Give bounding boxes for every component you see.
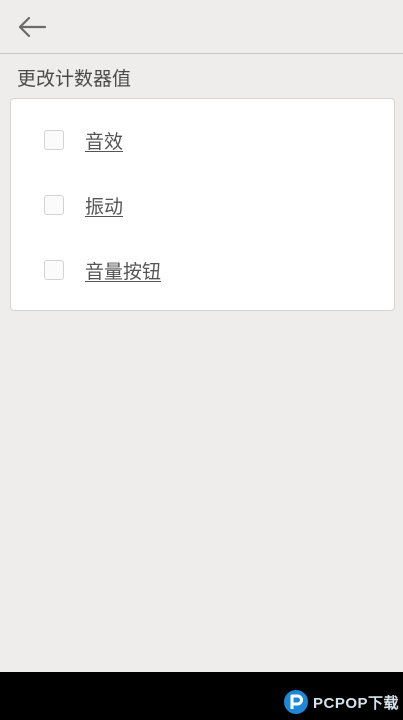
- top-app-bar: [0, 0, 403, 54]
- volume-buttons-label[interactable]: 音量按钮: [85, 257, 161, 284]
- pcpop-logo-icon: [283, 690, 308, 714]
- option-sound-effects[interactable]: 音效: [11, 118, 394, 162]
- vibration-label[interactable]: 振动: [85, 192, 123, 219]
- arrow-left-icon: [18, 16, 47, 38]
- vibration-checkbox[interactable]: [44, 195, 64, 215]
- options-card: 音效 振动 音量按钮: [10, 98, 395, 311]
- watermark: PCPOP下载: [282, 688, 399, 716]
- option-vibration[interactable]: 振动: [11, 183, 394, 227]
- section-title: 更改计数器值: [17, 68, 132, 90]
- watermark-text: PCPOP下载: [312, 694, 399, 712]
- option-volume-buttons[interactable]: 音量按钮: [11, 248, 394, 292]
- back-button[interactable]: [12, 9, 52, 45]
- sound-effects-label[interactable]: 音效: [85, 127, 123, 154]
- system-navigation-bar: PCPOP下载: [0, 672, 403, 720]
- sound-effects-checkbox[interactable]: [44, 130, 64, 150]
- volume-buttons-checkbox[interactable]: [44, 260, 64, 280]
- screen: 更改计数器值 音效 振动 音量按钮 PCPOP下载: [0, 0, 403, 720]
